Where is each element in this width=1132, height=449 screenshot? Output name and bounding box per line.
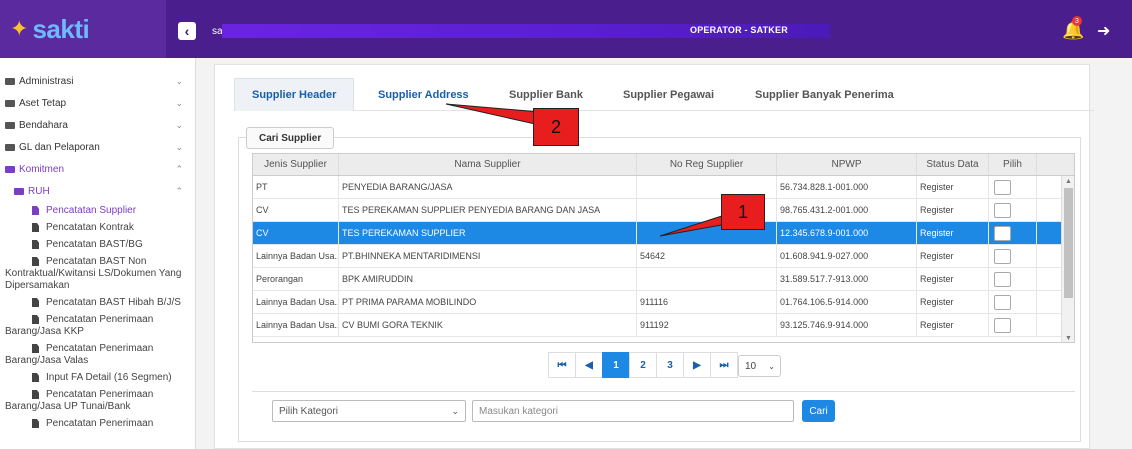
last-page-button[interactable]: ⏭ bbox=[710, 352, 738, 378]
page-size-select[interactable]: 10 ⌄ bbox=[738, 355, 781, 377]
col-status-data[interactable]: Status Data bbox=[917, 154, 989, 175]
next-page-button[interactable]: ▶ bbox=[683, 352, 711, 378]
cari-supplier-label: Cari Supplier bbox=[246, 127, 335, 149]
chevron-up-icon: ⌃ bbox=[175, 163, 183, 174]
pilih-checkbox[interactable] bbox=[994, 179, 1011, 195]
logo-star-icon: ✦ bbox=[10, 16, 29, 41]
cari-button[interactable]: Cari bbox=[802, 400, 835, 422]
folder-icon bbox=[5, 143, 15, 151]
document-icon bbox=[32, 419, 39, 428]
sidebar-toggle-button[interactable]: ‹ bbox=[178, 22, 196, 40]
pilih-checkbox[interactable] bbox=[994, 271, 1011, 287]
pilih-checkbox[interactable] bbox=[994, 248, 1011, 264]
prev-page-button[interactable]: ◀ bbox=[575, 352, 603, 378]
supplier-table: Jenis Supplier Nama Supplier No Reg Supp… bbox=[252, 153, 1075, 343]
folder-icon bbox=[5, 121, 15, 129]
document-icon bbox=[32, 373, 39, 382]
col-npwp[interactable]: NPWP bbox=[777, 154, 917, 175]
notification-badge: 3 bbox=[1072, 16, 1082, 26]
scroll-down-icon[interactable]: ▼ bbox=[1065, 335, 1072, 342]
sidebar-item-administrasi[interactable]: Administrasi ⌄ bbox=[0, 70, 195, 92]
sidebar-leaf-penerimaan-valas[interactable]: Pencatatan Penerimaan Barang/Jasa Valas bbox=[0, 343, 195, 367]
chevron-down-icon: ⌄ bbox=[175, 97, 183, 108]
tab-supplier-bank[interactable]: Supplier Bank bbox=[492, 78, 600, 111]
tab-bar: Supplier Header Supplier Address Supplie… bbox=[234, 78, 1094, 111]
app-logo[interactable]: ✦ sakti bbox=[0, 0, 166, 58]
kategori-select[interactable]: Pilih Kategori ⌄ bbox=[272, 400, 466, 422]
sidebar-leaf-penerimaan[interactable]: Pencatatan Penerimaan bbox=[0, 418, 195, 430]
col-nama-supplier[interactable]: Nama Supplier bbox=[339, 154, 637, 175]
chevron-up-icon: ⌃ bbox=[175, 185, 183, 196]
scroll-thumb[interactable] bbox=[1064, 188, 1073, 298]
table-row[interactable]: Lainnya Badan Usa... CV BUMI GORA TEKNIK 9… bbox=[253, 314, 1074, 337]
sidebar-leaf-input-fa-detail[interactable]: Input FA Detail (16 Segmen) bbox=[0, 372, 195, 384]
sidebar-item-komitmen[interactable]: Komitmen ⌃ bbox=[0, 158, 195, 180]
pagination: ⏮ ◀ 1 2 3 ▶ ⏭ bbox=[548, 352, 738, 378]
sidebar-leaf-penerimaan-kkp[interactable]: Pencatatan Penerimaan Barang/Jasa KKP bbox=[0, 314, 195, 338]
logout-icon[interactable]: ➜ bbox=[1097, 21, 1110, 41]
tab-supplier-address[interactable]: Supplier Address bbox=[361, 78, 486, 111]
folder-icon bbox=[5, 99, 15, 107]
tab-supplier-banyak-penerima[interactable]: Supplier Banyak Penerima bbox=[738, 78, 911, 111]
pilih-checkbox[interactable] bbox=[994, 294, 1011, 310]
logo-text: sakti bbox=[32, 13, 90, 44]
page-2-button[interactable]: 2 bbox=[629, 352, 657, 378]
table-row[interactable]: Lainnya Badan Usa... PT PRIMA PARAMA MOBI… bbox=[253, 291, 1074, 314]
pilih-checkbox[interactable] bbox=[994, 202, 1011, 218]
document-icon bbox=[32, 344, 39, 353]
tab-supplier-pegawai[interactable]: Supplier Pegawai bbox=[606, 78, 731, 111]
sidebar-leaf-pencatatan-kontrak[interactable]: Pencatatan Kontrak bbox=[0, 222, 195, 234]
page-1-button[interactable]: 1 bbox=[602, 352, 630, 378]
chevron-down-icon: ⌄ bbox=[175, 75, 183, 86]
table-scrollbar[interactable]: ▲ ▼ bbox=[1061, 176, 1074, 342]
sidebar-item-aset-tetap[interactable]: Aset Tetap ⌄ bbox=[0, 92, 195, 114]
role-label: OPERATOR - SATKER bbox=[690, 25, 788, 35]
tab-supplier-header[interactable]: Supplier Header bbox=[234, 78, 355, 111]
col-pilih[interactable]: Pilih bbox=[989, 154, 1037, 175]
pilih-checkbox[interactable] bbox=[994, 225, 1011, 241]
callout-2: 2 bbox=[533, 108, 579, 146]
document-icon bbox=[32, 298, 39, 307]
sidebar: Administrasi ⌄ Aset Tetap ⌄ Bendahara ⌄ GL … bbox=[0, 58, 196, 449]
sidebar-item-gl-pelaporan[interactable]: GL dan Pelaporan ⌄ bbox=[0, 136, 195, 158]
table-row[interactable]: PT PENYEDIA BARANG/JASA 56.734.828.1-001.0… bbox=[253, 176, 1074, 199]
sidebar-item-ruh[interactable]: RUH ⌃ bbox=[0, 180, 195, 202]
table-header: Jenis Supplier Nama Supplier No Reg Supp… bbox=[253, 154, 1074, 176]
table-row[interactable]: Perorangan BPK AMIRUDDIN 31.589.517.7-913.… bbox=[253, 268, 1074, 291]
sidebar-leaf-penerimaan-up-tunai[interactable]: Pencatatan Penerimaan Barang/Jasa UP Tun… bbox=[0, 389, 195, 413]
document-icon bbox=[32, 240, 39, 249]
document-icon bbox=[32, 257, 39, 266]
divider bbox=[252, 391, 1075, 392]
sidebar-item-bendahara[interactable]: Bendahara ⌄ bbox=[0, 114, 195, 136]
folder-icon bbox=[5, 77, 15, 85]
document-icon bbox=[32, 206, 39, 215]
scroll-up-icon[interactable]: ▲ bbox=[1065, 178, 1072, 185]
chevron-down-icon: ⌄ bbox=[451, 405, 459, 416]
document-icon bbox=[32, 390, 39, 399]
pilih-checkbox[interactable] bbox=[994, 317, 1011, 333]
folder-icon bbox=[14, 187, 24, 195]
page-3-button[interactable]: 3 bbox=[656, 352, 684, 378]
kategori-input[interactable]: Masukan kategori bbox=[472, 400, 794, 422]
callout-1: 1 bbox=[721, 194, 765, 230]
col-no-reg[interactable]: No Reg Supplier bbox=[637, 154, 777, 175]
table-row[interactable]: Lainnya Badan Usa... PT.BHINNEKA MENTARID… bbox=[253, 245, 1074, 268]
sidebar-leaf-pencatatan-supplier[interactable]: Pencatatan Supplier bbox=[0, 205, 195, 217]
sidebar-leaf-pencatatan-bast-bg[interactable]: Pencatatan BAST/BG bbox=[0, 239, 195, 251]
chevron-down-icon: ⌄ bbox=[768, 361, 775, 371]
folder-icon bbox=[5, 165, 15, 173]
sidebar-leaf-bast-hibah[interactable]: Pencatatan BAST Hibah B/J/S bbox=[0, 297, 195, 309]
col-jenis-supplier[interactable]: Jenis Supplier bbox=[253, 154, 339, 175]
chevron-down-icon: ⌄ bbox=[175, 119, 183, 130]
first-page-button[interactable]: ⏮ bbox=[548, 352, 576, 378]
sidebar-leaf-bast-non-kontraktual[interactable]: Pencatatan BAST Non Kontraktual/Kwitansi… bbox=[0, 256, 195, 292]
document-icon bbox=[32, 223, 39, 232]
table-row[interactable]: CV TES PEREKAMAN SUPPLIER PENYEDIA BARANG… bbox=[253, 199, 1074, 222]
chevron-down-icon: ⌄ bbox=[175, 141, 183, 152]
table-row-selected[interactable]: CV TES PEREKAMAN SUPPLIER 12.345.678.9-001… bbox=[253, 222, 1074, 245]
document-icon bbox=[32, 315, 39, 324]
